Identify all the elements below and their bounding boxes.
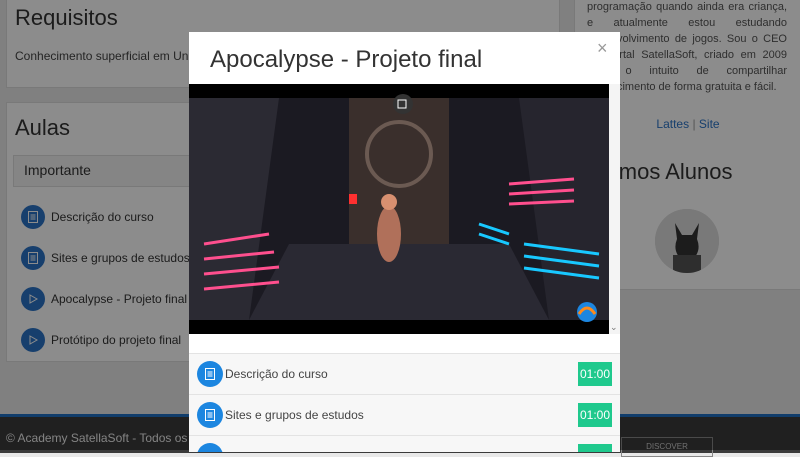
lesson-modal: Apocalypse - Projeto final × ⌄ Descrição… — [189, 32, 620, 452]
duration-badge — [578, 444, 612, 452]
modal-lesson-label: Sites e grupos de estudos — [225, 408, 364, 422]
modal-title: Apocalypse - Projeto final — [210, 46, 483, 73]
video-player[interactable] — [189, 84, 609, 334]
document-icon — [197, 443, 223, 452]
modal-lesson-row[interactable]: Descrição do curso 01:00 — [189, 353, 620, 394]
document-icon — [197, 402, 223, 428]
modal-lesson-row[interactable] — [189, 435, 620, 452]
document-icon — [197, 361, 223, 387]
modal-scrollbar[interactable] — [609, 84, 620, 334]
modal-lesson-label: Descrição do curso — [225, 367, 328, 381]
chevron-down-icon[interactable]: ⌄ — [610, 322, 618, 333]
close-icon[interactable]: × — [597, 38, 608, 59]
video-frame — [189, 84, 609, 334]
modal-lesson-row[interactable]: Sites e grupos de estudos 01:00 — [189, 394, 620, 435]
duration-badge: 01:00 — [578, 362, 612, 386]
duration-badge: 01:00 — [578, 403, 612, 427]
